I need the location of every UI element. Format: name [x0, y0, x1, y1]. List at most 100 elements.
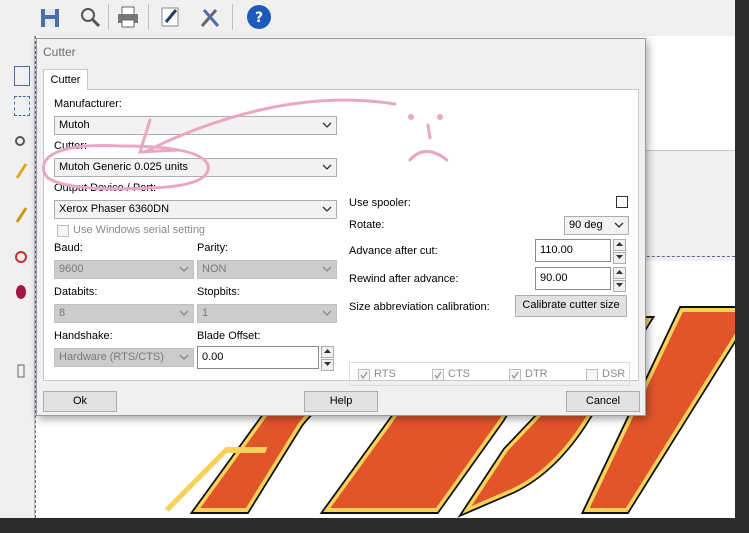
brush-tool-icon[interactable] [14, 206, 28, 224]
cancel-button[interactable]: Cancel [566, 391, 640, 412]
checkmark-icon [360, 371, 368, 380]
cutter-label: Cutter: [54, 140, 88, 152]
stepper-up-button[interactable] [321, 346, 334, 358]
cutter-tab-panel: Manufacturer: Mutoh Cutter: Mutoh Generi… [43, 89, 639, 386]
chevron-down-icon [179, 310, 189, 316]
blade-offset-input[interactable]: 0.00 [197, 346, 319, 369]
chevron-down-icon [322, 266, 332, 272]
zoom-icon[interactable] [78, 4, 102, 30]
select-tool-icon[interactable] [14, 66, 30, 86]
cutter-value: Mutoh Generic 0.025 units [59, 161, 189, 173]
chevron-down-icon [322, 164, 332, 170]
size-calibration-label: Size abbreviation calibration: [349, 301, 490, 313]
use-serial-label: Use Windows serial setting [73, 224, 206, 236]
blade-offset-label: Blade Offset: [197, 330, 261, 342]
toolbar-separator [108, 4, 109, 30]
chevron-down-icon [179, 354, 189, 360]
rts-checkbox[interactable] [358, 369, 370, 381]
cutter-dialog: Cutter Cutter Manufacturer: Mutoh Cutter… [36, 38, 646, 416]
dialog-title: Cutter [43, 45, 76, 59]
stepper-down-button[interactable] [321, 359, 334, 371]
chevron-down-icon [322, 206, 332, 212]
advance-after-cut-input[interactable]: 110.00 [535, 239, 611, 262]
canvas-side-panel [644, 150, 735, 261]
pen-tool-icon[interactable] [14, 162, 28, 180]
output-device-select[interactable]: Xerox Phaser 6360DN [54, 200, 337, 219]
rewind-stepper[interactable] [613, 267, 626, 292]
signals-group: RTS CTS DTR DSR [349, 362, 630, 386]
dtr-label: DTR [525, 368, 548, 380]
help-icon[interactable]: ? [246, 4, 271, 30]
parity-select[interactable]: NON [197, 260, 337, 279]
databits-select[interactable]: 8 [54, 304, 194, 323]
stepper-down-button[interactable] [613, 252, 626, 264]
triangle-down-icon [324, 362, 331, 366]
rotate-label: Rotate: [349, 219, 385, 231]
advance-stepper[interactable] [613, 239, 626, 264]
svg-text:?: ? [255, 10, 263, 26]
rotate-select[interactable]: 90 deg [564, 216, 629, 235]
triangle-up-icon [616, 242, 623, 246]
toolbar-separator [148, 4, 149, 30]
chevron-down-icon [179, 266, 189, 272]
stepper-down-button[interactable] [613, 280, 626, 292]
cts-checkbox[interactable] [432, 369, 444, 381]
fill-tool-icon[interactable] [14, 282, 28, 300]
dsr-checkbox[interactable] [586, 369, 598, 381]
use-serial-checkbox[interactable] [57, 225, 69, 237]
chevron-down-icon [322, 310, 332, 316]
cutter-select[interactable]: Mutoh Generic 0.025 units [54, 158, 337, 177]
tool-palette [0, 36, 35, 518]
shape-tool-icon[interactable] [14, 248, 28, 266]
manufacturer-select[interactable]: Mutoh [54, 116, 337, 135]
rts-label: RTS [374, 368, 396, 380]
stopbits-label: Stopbits: [197, 286, 240, 298]
blade-offset-stepper[interactable] [321, 346, 334, 371]
stopbits-value: 1 [202, 307, 209, 319]
use-spooler-label: Use spooler: [349, 197, 411, 209]
chevron-down-icon [614, 222, 624, 228]
tab-cutter[interactable]: Cutter [43, 69, 88, 90]
cts-label: CTS [448, 368, 470, 380]
triangle-up-icon [324, 349, 331, 353]
dtr-checkbox[interactable] [509, 369, 521, 381]
checkmark-icon [511, 371, 519, 380]
help-button[interactable]: Help [304, 391, 378, 412]
rewind-after-advance-input[interactable]: 90.00 [535, 267, 611, 290]
checkmark-icon [434, 371, 442, 380]
magnify-tool-icon[interactable] [14, 134, 28, 152]
handshake-value: Hardware (RTS/CTS) [59, 351, 164, 363]
status-bar [0, 518, 749, 533]
triangle-up-icon [616, 270, 623, 274]
rotate-value: 90 deg [569, 219, 603, 231]
stepper-up-button[interactable] [613, 267, 626, 279]
handshake-select[interactable]: Hardware (RTS/CTS) [54, 348, 194, 367]
manufacturer-value: Mutoh [59, 119, 90, 131]
baud-select[interactable]: 9600 [54, 260, 194, 279]
triangle-down-icon [616, 283, 623, 287]
print-icon[interactable] [116, 4, 140, 30]
rewind-after-advance-label: Rewind after advance: [349, 273, 459, 285]
use-spooler-checkbox[interactable] [616, 196, 628, 208]
output-device-label: Output Device / Port: [54, 182, 157, 194]
calibrate-cutter-size-button[interactable]: Calibrate cutter size [515, 295, 627, 317]
tools-icon[interactable] [198, 4, 222, 30]
advance-after-cut-label: Advance after cut: [349, 245, 438, 257]
ok-button[interactable]: Ok [43, 391, 117, 412]
databits-value: 8 [59, 307, 66, 319]
parity-value: NON [202, 263, 227, 275]
output-device-value: Xerox Phaser 6360DN [59, 203, 170, 215]
baud-label: Baud: [54, 242, 83, 254]
marquee-tool-icon[interactable] [14, 96, 30, 116]
manufacturer-label: Manufacturer: [54, 98, 122, 110]
stopbits-select[interactable]: 1 [197, 304, 337, 323]
baud-value: 9600 [59, 263, 84, 275]
chevron-down-icon [322, 122, 332, 128]
edit-icon[interactable] [158, 4, 182, 30]
misc-tool-icon[interactable] [14, 362, 28, 380]
save-icon[interactable] [38, 4, 62, 30]
parity-label: Parity: [197, 242, 229, 254]
stepper-up-button[interactable] [613, 239, 626, 251]
main-toolbar: ? [0, 0, 735, 37]
handshake-label: Handshake: [54, 330, 113, 342]
